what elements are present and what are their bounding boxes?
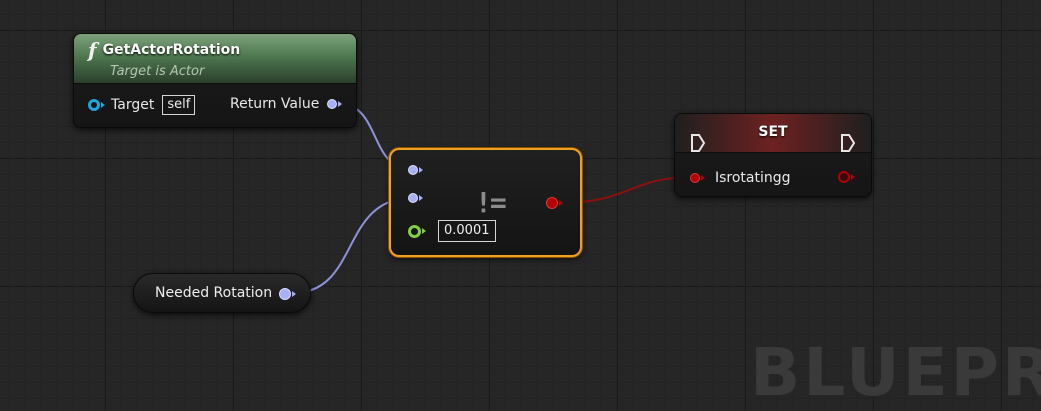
return-pin-arrow-icon xyxy=(338,101,343,107)
get-actor-rotation-header[interactable]: f GetActorRotation Target is Actor xyxy=(74,34,356,84)
set-input-pin[interactable] xyxy=(690,173,700,183)
ne-input-b-pin[interactable] xyxy=(408,193,418,203)
blueprint-watermark: BLUEPRI xyxy=(750,334,1041,411)
ne-output-pin[interactable] xyxy=(546,197,558,209)
node-title: GetActorRotation xyxy=(102,42,241,58)
target-value-field[interactable]: self xyxy=(162,95,196,115)
set-output-pin[interactable] xyxy=(838,171,850,183)
target-pin-arrow-icon xyxy=(101,102,105,108)
set-input-arrow-icon xyxy=(701,175,705,181)
set-output-arrow-icon xyxy=(851,174,855,180)
needed-rotation-node[interactable]: Needed Rotation xyxy=(133,273,311,313)
return-value-label: Return Value xyxy=(230,96,320,112)
tolerance-value-field[interactable]: 0.0001 xyxy=(438,220,496,242)
ne-input-a-pin[interactable] xyxy=(408,165,418,175)
needed-rotation-arrow-icon xyxy=(292,291,296,297)
set-variable-label: Isrotatingg xyxy=(715,170,791,186)
function-icon: f xyxy=(88,38,97,62)
ne-output-arrow-icon xyxy=(559,200,563,206)
ne-input-a-row xyxy=(408,165,423,175)
exec-in-icon[interactable] xyxy=(690,134,706,152)
get-actor-rotation-node[interactable]: f GetActorRotation Target is Actor Targe… xyxy=(73,33,357,128)
tolerance-pin[interactable] xyxy=(408,224,421,238)
tolerance-arrow-icon xyxy=(422,228,426,234)
set-node[interactable]: SET Isrotatingg xyxy=(674,113,872,197)
ne-input-b-row xyxy=(408,193,423,203)
needed-rotation-pin[interactable] xyxy=(279,288,291,300)
needed-rotation-label: Needed Rotation xyxy=(155,285,273,301)
set-header[interactable]: SET xyxy=(675,114,871,153)
node-subtitle: Target is Actor xyxy=(110,64,205,79)
ne-input-b-arrow-icon xyxy=(419,195,423,201)
exec-out-icon[interactable] xyxy=(840,134,856,152)
ne-tolerance-row: 0.0001 xyxy=(408,220,496,242)
set-output-row xyxy=(838,171,855,183)
not-equal-node[interactable]: != 0.0001 xyxy=(389,148,582,257)
return-pin-row: Return Value xyxy=(230,96,343,112)
ne-output-row xyxy=(546,197,563,209)
set-variable-row: Isrotatingg xyxy=(690,170,791,186)
needed-rotation-pin-row xyxy=(279,288,296,300)
return-value-pin[interactable] xyxy=(327,99,338,109)
ne-input-a-arrow-icon xyxy=(419,167,423,173)
target-pin[interactable] xyxy=(88,99,100,111)
not-equal-operator-icon: != xyxy=(475,186,507,219)
target-pin-row: Target self xyxy=(88,95,196,115)
target-label: Target xyxy=(111,97,155,113)
